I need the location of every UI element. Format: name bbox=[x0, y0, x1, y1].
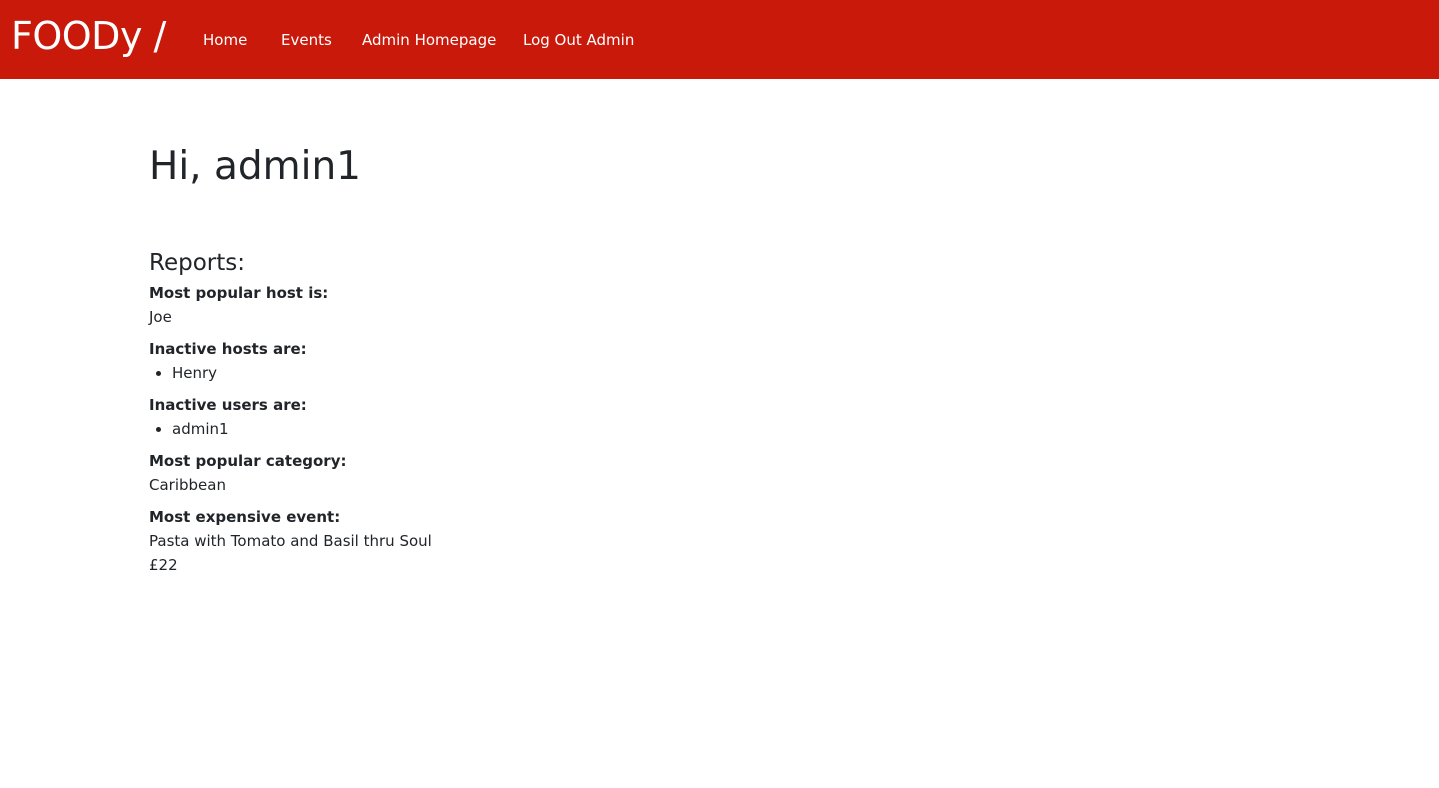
reports-heading: Reports: bbox=[149, 250, 245, 276]
expensive-event-price: £22 bbox=[149, 556, 178, 574]
nav-home-link[interactable]: Home bbox=[203, 29, 247, 51]
nav-logout-admin-link[interactable]: Log Out Admin bbox=[523, 29, 634, 51]
report-popular-category: Most popular category: Caribbean bbox=[149, 449, 1049, 497]
report-inactive-users: Inactive users are: admin1 bbox=[149, 393, 1049, 441]
popular-category-label: Most popular category: bbox=[149, 452, 347, 470]
nav-admin-homepage-link[interactable]: Admin Homepage bbox=[362, 29, 496, 51]
top-navbar: FOODy / Home Events Admin Homepage Log O… bbox=[0, 0, 1439, 79]
expensive-event-name: Pasta with Tomato and Basil thru Soul bbox=[149, 532, 432, 550]
greeting-prefix: Hi, bbox=[149, 144, 202, 189]
nav-events-link[interactable]: Events bbox=[281, 29, 332, 51]
brand-logo-link[interactable]: FOODy / bbox=[11, 12, 166, 60]
inactive-hosts-label: Inactive hosts are: bbox=[149, 340, 307, 358]
inactive-hosts-list: Henry bbox=[149, 361, 1049, 385]
inactive-users-list: admin1 bbox=[149, 417, 1049, 441]
popular-host-value: Joe bbox=[149, 308, 172, 326]
inactive-users-label: Inactive users are: bbox=[149, 396, 307, 414]
popular-host-label: Most popular host is: bbox=[149, 284, 329, 302]
page-title: Hi, admin1 bbox=[149, 140, 1049, 194]
popular-category-value: Caribbean bbox=[149, 476, 226, 494]
list-item: admin1 bbox=[172, 417, 1049, 441]
report-expensive-event: Most expensive event: Pasta with Tomato … bbox=[149, 505, 1049, 577]
expensive-event-label: Most expensive event: bbox=[149, 508, 341, 526]
list-item: Henry bbox=[172, 361, 1049, 385]
report-popular-host: Most popular host is: Joe bbox=[149, 281, 1049, 329]
report-inactive-hosts: Inactive hosts are: Henry bbox=[149, 337, 1049, 385]
greeting-username: admin1 bbox=[213, 144, 361, 189]
main-content: Hi, admin1 Reports: Most popular host is… bbox=[149, 140, 1049, 577]
